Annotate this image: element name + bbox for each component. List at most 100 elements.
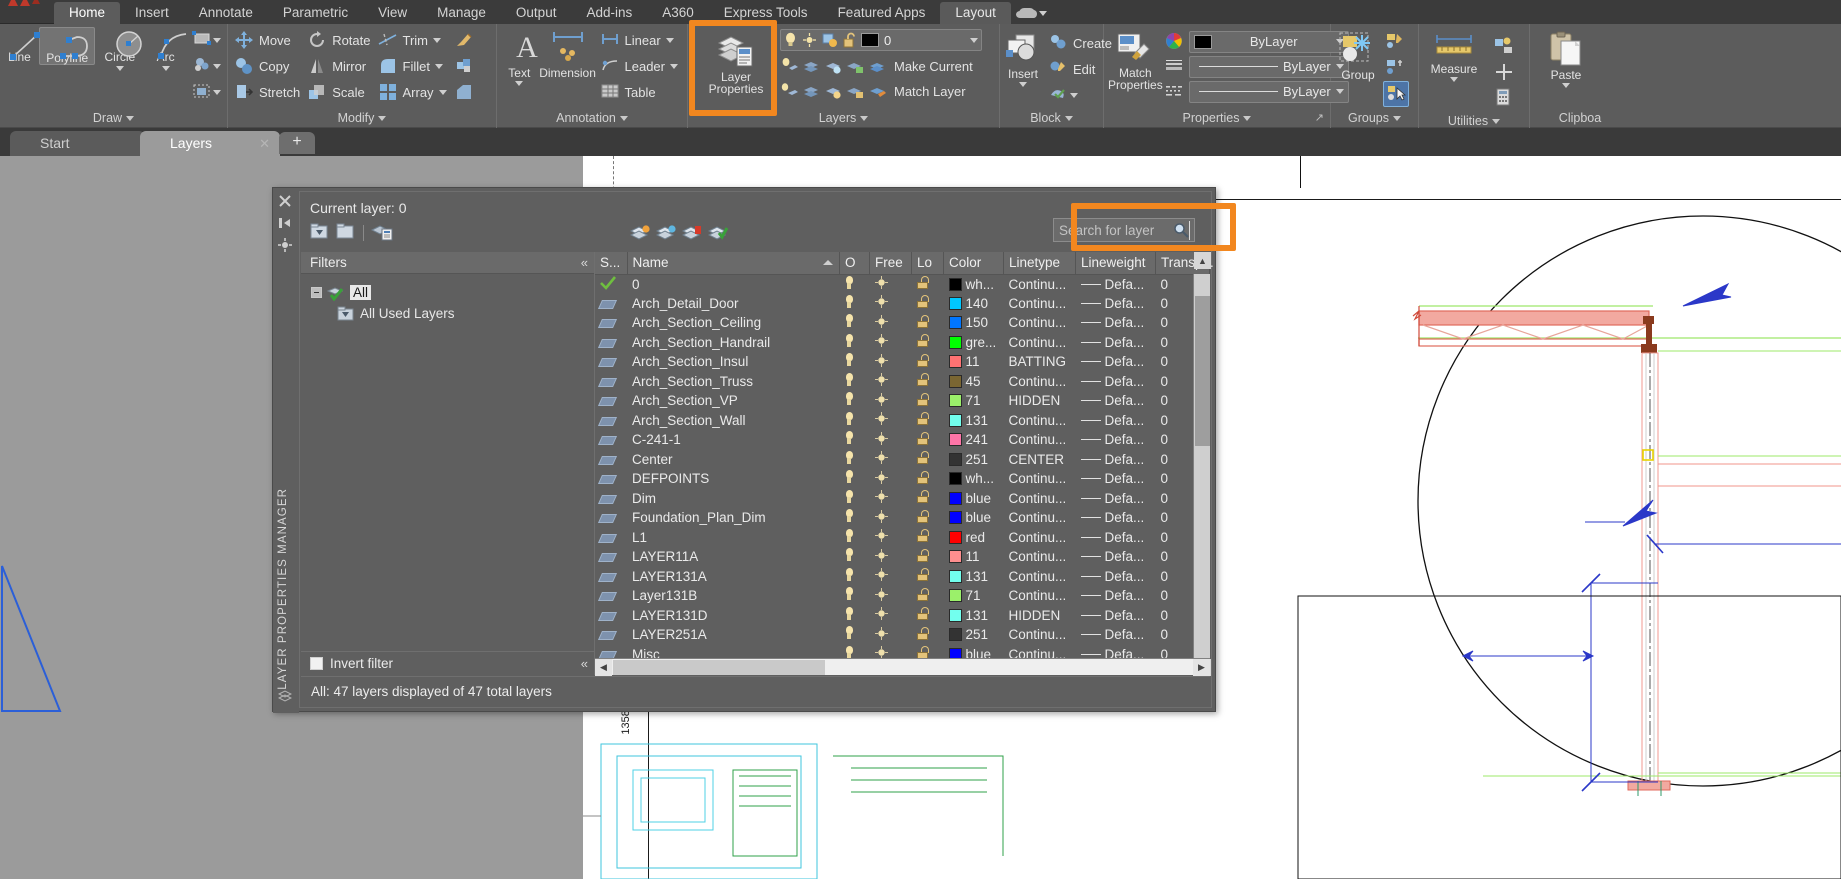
cell-lock[interactable] xyxy=(912,567,944,587)
cell-on[interactable] xyxy=(840,567,870,587)
sun-icon[interactable] xyxy=(874,451,888,465)
cell-name[interactable]: C-241-1 xyxy=(627,430,840,450)
modify-array-button[interactable]: Array xyxy=(376,79,452,105)
cell-color[interactable]: 131 xyxy=(944,606,1004,626)
linear-chevron-down-icon[interactable] xyxy=(665,37,674,43)
ribbon-tab-parametric[interactable]: Parametric xyxy=(268,2,363,24)
layer-unlock-icon[interactable] xyxy=(846,82,866,102)
layer-list-horizontal-scrollbar[interactable]: ◀ ▶ xyxy=(595,658,1210,676)
cell-lock[interactable] xyxy=(912,450,944,470)
cell-linetype[interactable]: Continu... xyxy=(1004,508,1076,528)
cell-lock[interactable] xyxy=(912,606,944,626)
cell-on[interactable] xyxy=(840,508,870,528)
unlock-icon[interactable] xyxy=(916,568,929,582)
new-layer-icon[interactable] xyxy=(630,223,650,243)
chevron-left-icon[interactable]: « xyxy=(581,255,588,270)
hatch-chevron-down-icon[interactable] xyxy=(213,63,222,69)
cell-color[interactable]: wh... xyxy=(944,469,1004,489)
cell-linetype[interactable]: HIDDEN xyxy=(1004,606,1076,626)
new-layer-vp-frozen-icon[interactable] xyxy=(656,223,676,243)
ribbon-tab-layout[interactable]: Layout xyxy=(940,2,1011,24)
annotation-text-button[interactable]: A Text xyxy=(501,27,538,86)
modify-erase-button[interactable] xyxy=(452,27,476,53)
cell-lineweight[interactable]: Defa... xyxy=(1076,430,1156,450)
scroll-up-icon[interactable]: ▲ xyxy=(1194,252,1211,269)
properties-panel-chevron-down-icon[interactable] xyxy=(1243,115,1252,121)
cell-color[interactable]: blue xyxy=(944,489,1004,509)
scroll-left-icon[interactable]: ◀ xyxy=(595,659,612,676)
cell-linetype[interactable]: Continu... xyxy=(1004,430,1076,450)
cell-freeze[interactable] xyxy=(870,352,912,372)
cell-color[interactable]: 45 xyxy=(944,372,1004,392)
cell-on[interactable] xyxy=(840,528,870,548)
cell-on[interactable] xyxy=(840,333,870,353)
unlock-icon[interactable] xyxy=(916,392,929,406)
cell-name[interactable]: 0 xyxy=(627,274,840,294)
cell-lineweight[interactable]: Defa... xyxy=(1076,411,1156,431)
table-row[interactable]: Arch_Section_Handrail gre... Continu... Def… xyxy=(595,333,1210,353)
cell-on[interactable] xyxy=(840,547,870,567)
unlock-icon[interactable] xyxy=(916,314,929,328)
modify-copy-button[interactable]: Copy xyxy=(232,53,305,79)
ribbon-tab-manage[interactable]: Manage xyxy=(422,2,501,24)
cell-linetype[interactable]: Continu... xyxy=(1004,333,1076,353)
current-layer-chevron-down-icon[interactable] xyxy=(970,37,978,43)
sun-icon[interactable] xyxy=(874,529,888,543)
cell-lock[interactable] xyxy=(912,625,944,645)
ribbon-panel-layers-title[interactable]: Layers xyxy=(688,108,999,128)
table-row[interactable]: 0 wh... Continu... Defa... 0 xyxy=(595,274,1210,294)
modify-panel-chevron-down-icon[interactable] xyxy=(378,115,387,121)
table-row[interactable]: LAYER131D 131 HIDDEN Defa... 0 xyxy=(595,606,1210,626)
col-on[interactable]: O xyxy=(839,252,870,275)
cell-name[interactable]: LAYER11A xyxy=(627,547,840,567)
cell-on[interactable] xyxy=(840,372,870,392)
cell-color[interactable]: 11 xyxy=(944,352,1004,372)
table-row[interactable]: C-241-1 241 Continu... Defa... 0 xyxy=(595,430,1210,450)
cell-name[interactable]: Foundation_Plan_Dim xyxy=(627,508,840,528)
cell-name[interactable]: Layer131B xyxy=(627,586,840,606)
draw-line-button[interactable]: Line xyxy=(0,27,41,63)
cell-lineweight[interactable]: Defa... xyxy=(1076,313,1156,333)
calculator-button[interactable] xyxy=(1491,85,1515,111)
ribbon-panel-annotation-title[interactable]: Annotation xyxy=(497,108,687,128)
cell-freeze[interactable] xyxy=(870,294,912,314)
cell-linetype[interactable]: Continu... xyxy=(1004,489,1076,509)
table-row[interactable]: LAYER131A 131 Continu... Defa... 0 xyxy=(595,567,1210,587)
sun-icon[interactable] xyxy=(874,470,888,484)
linetype-combo[interactable]: ByLayer xyxy=(1188,80,1349,103)
lightbulb-icon[interactable] xyxy=(845,353,854,367)
ribbon-tab-insert[interactable]: Insert xyxy=(120,2,184,24)
layer-freeze-icon[interactable] xyxy=(824,57,844,77)
color-combo[interactable]: ByLayer xyxy=(1188,30,1349,53)
col-lineweight[interactable]: Lineweight xyxy=(1075,252,1156,275)
insert-block-button[interactable]: Insert xyxy=(1004,30,1042,87)
ribbon-tab-output[interactable]: Output xyxy=(501,2,572,24)
lightbulb-icon[interactable] xyxy=(845,489,854,504)
cell-lock[interactable] xyxy=(912,489,944,509)
cell-lock[interactable] xyxy=(912,469,944,489)
cell-name[interactable]: Dim xyxy=(627,489,840,509)
sun-icon[interactable] xyxy=(874,607,888,621)
modify-rotate-button[interactable]: Rotate xyxy=(305,27,375,53)
cell-lineweight[interactable]: Defa... xyxy=(1076,391,1156,411)
measure-button[interactable]: Measure xyxy=(1423,29,1485,82)
sun-icon[interactable] xyxy=(874,431,888,445)
modify-move-button[interactable]: Move xyxy=(232,27,305,53)
cell-linetype[interactable]: Continu... xyxy=(1004,313,1076,333)
set-current-icon[interactable] xyxy=(708,223,728,243)
autocad-logo[interactable] xyxy=(0,0,54,24)
unlock-icon[interactable] xyxy=(916,431,929,445)
cell-color[interactable]: wh... xyxy=(944,274,1004,294)
cell-lineweight[interactable]: Defa... xyxy=(1076,508,1156,528)
lightbulb-icon[interactable] xyxy=(845,275,854,290)
lightbulb-icon[interactable] xyxy=(845,450,854,465)
search-layer-input[interactable]: Search for layer xyxy=(1053,218,1195,242)
cell-freeze[interactable] xyxy=(870,586,912,606)
draw-polyline-button[interactable]: Polyline xyxy=(38,27,96,65)
sun-icon[interactable] xyxy=(874,392,888,406)
invert-filter-row[interactable]: Invert filter « xyxy=(301,651,594,675)
modify-scale-button[interactable]: Scale xyxy=(305,79,375,105)
modify-explode-button[interactable] xyxy=(452,53,476,79)
leader-chevron-down-icon[interactable] xyxy=(670,63,678,69)
lightbulb-icon[interactable] xyxy=(845,509,854,523)
